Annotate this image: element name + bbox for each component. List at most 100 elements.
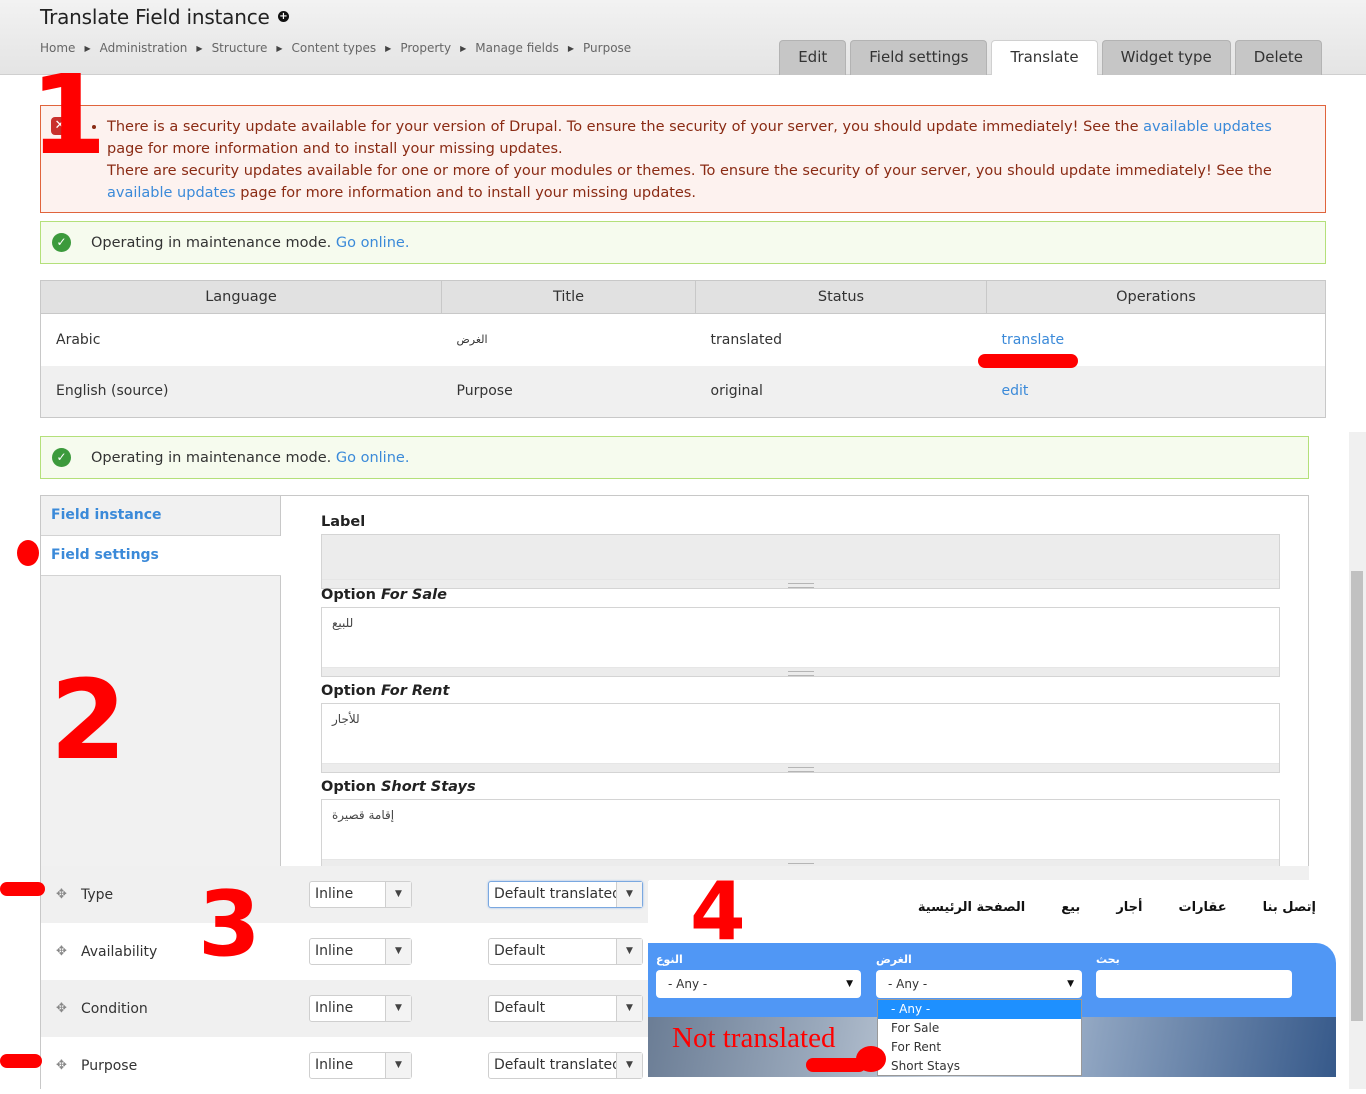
go-online-link[interactable]: Go online. [336, 235, 410, 251]
option-prefix: Option [321, 779, 381, 795]
option-for-sale-group: Option For Sale [321, 587, 1281, 677]
go-online-link[interactable]: Go online. [336, 450, 410, 466]
format-select[interactable]: Default ▼ [488, 995, 643, 1022]
label-display-select[interactable]: Inline ▼ [309, 881, 412, 908]
select-value: - Any - [888, 977, 928, 991]
page-header: Translate Field instance + Home ▶ Adminis… [0, 0, 1366, 75]
tab-field-settings[interactable]: Field settings [850, 40, 988, 75]
nav-sale[interactable]: بيع [1061, 900, 1080, 915]
breadcrumb-separator-icon: ▶ [460, 43, 467, 53]
dropdown-option[interactable]: - Any - [878, 1000, 1081, 1019]
option-for-sale-textarea[interactable] [322, 608, 1279, 663]
label-textarea[interactable] [322, 535, 1279, 575]
not-translated-note: Not translated [672, 1022, 836, 1054]
cell-title: Purpose [441, 365, 696, 418]
error-text: page for more information and to install… [235, 185, 696, 201]
page-scrollbar[interactable] [1349, 432, 1366, 1089]
breadcrumb-manage-fields[interactable]: Manage fields [475, 41, 559, 55]
annotation-dot [17, 540, 39, 566]
dropdown-option[interactable]: For Rent [878, 1038, 1081, 1057]
option-for-rent-label: Option For Rent [321, 683, 1281, 699]
label-display-select[interactable]: Inline ▼ [309, 1052, 412, 1079]
label-display-select[interactable]: Inline ▼ [309, 938, 412, 965]
breadcrumb-content-types[interactable]: Content types [292, 41, 377, 55]
tab-delete[interactable]: Delete [1234, 40, 1322, 75]
tab-edit[interactable]: Edit [779, 40, 847, 75]
purpose-dropdown-list: - Any - For Sale For Rent Short Stays [877, 999, 1082, 1076]
status-message: ✓ Operating in maintenance mode. Go onli… [40, 221, 1326, 264]
dropdown-arrow-icon: ▼ [616, 939, 642, 964]
vtab-field-instance[interactable]: Field instance [41, 496, 280, 536]
breadcrumb-structure[interactable]: Structure [212, 41, 268, 55]
column-header-status[interactable]: Status [695, 280, 987, 314]
cell-language: English (source) [40, 365, 442, 418]
breadcrumb-purpose[interactable]: Purpose [583, 41, 631, 55]
tab-widget-type[interactable]: Widget type [1101, 40, 1231, 75]
option-short-stays-label: Option Short Stays [321, 779, 1281, 795]
drag-handle-icon[interactable]: ✥ [56, 1001, 68, 1016]
resize-grippie[interactable] [322, 667, 1279, 676]
dropdown-arrow-icon: ▼ [616, 996, 642, 1021]
format-select[interactable]: Default ▼ [488, 938, 643, 965]
error-message-line: There are security updates available for… [41, 160, 1325, 204]
scrollbar-thumb[interactable] [1351, 571, 1363, 1021]
table-row: English (source) Purpose original edit [40, 365, 1326, 418]
column-header-title[interactable]: Title [441, 280, 696, 314]
nav-home[interactable]: الصفحة الرئيسية [918, 900, 1025, 915]
display-row-availability: ✥ Availability Inline ▼ Default ▼ [41, 923, 649, 980]
cell-language: Arabic [56, 331, 101, 348]
breadcrumb-home[interactable]: Home [40, 41, 75, 55]
available-updates-link[interactable]: available updates [1143, 119, 1272, 135]
display-row-type: ✥ Type Inline ▼ Default translated ▼ [41, 866, 649, 923]
page-title: Translate Field instance [40, 5, 270, 29]
annotation-underline [978, 354, 1078, 368]
format-select[interactable]: Default translated ▼ [488, 1052, 643, 1079]
breadcrumb-property[interactable]: Property [400, 41, 451, 55]
error-message: ✕ There is a security update available f… [40, 105, 1326, 213]
status-text: Operating in maintenance mode. [91, 234, 332, 251]
select-value: Default translated [494, 1057, 622, 1073]
dropdown-arrow-icon: ▼ [616, 1053, 642, 1078]
field-name: Type [81, 886, 114, 903]
vtab-field-settings[interactable]: Field settings [41, 536, 281, 576]
error-message-line: There is a security update available for… [107, 116, 1305, 160]
breadcrumb-separator-icon: ▶ [385, 43, 392, 53]
error-text: page for more information and to install… [107, 141, 563, 157]
drag-handle-icon[interactable]: ✥ [56, 887, 68, 902]
breadcrumb-separator-icon: ▶ [567, 43, 575, 53]
label-display-select[interactable]: Inline ▼ [309, 995, 412, 1022]
add-shortcut-icon[interactable]: + [278, 11, 289, 22]
nav-contact[interactable]: إتصل بنا [1263, 900, 1316, 915]
format-select[interactable]: Default translated ▼ [488, 881, 643, 908]
breadcrumb-administration[interactable]: Administration [100, 41, 188, 55]
select-value: Inline [315, 1000, 354, 1016]
drag-handle-icon[interactable]: ✥ [56, 1058, 68, 1073]
available-updates-link[interactable]: available updates [107, 185, 236, 201]
translate-link[interactable]: translate [1002, 332, 1065, 348]
dropdown-arrow-icon: ▼ [1067, 979, 1074, 989]
label-textarea-wrapper [321, 534, 1280, 589]
option-name: Short Stays [380, 779, 476, 795]
drag-handle-icon[interactable]: ✥ [56, 944, 68, 959]
dropdown-option[interactable]: Short Stays [878, 1057, 1081, 1076]
option-for-sale-label: Option For Sale [321, 587, 1281, 603]
option-for-rent-textarea[interactable] [322, 704, 1279, 759]
keyword-search-input[interactable] [1096, 970, 1292, 998]
dropdown-arrow-icon: ▼ [385, 1053, 411, 1078]
breadcrumb-separator-icon: ▶ [84, 43, 91, 53]
column-header-language[interactable]: Language [40, 280, 442, 314]
tab-translate[interactable]: Translate [991, 40, 1098, 75]
nav-properties[interactable]: عقارات [1179, 900, 1227, 915]
nav-rent[interactable]: أجار [1116, 900, 1142, 915]
type-filter-select[interactable]: - Any - ▼ [656, 970, 861, 998]
site-nav: الصفحة الرئيسية بيع أجار عقارات إتصل بنا [918, 900, 1316, 915]
label-field-group: Label [321, 514, 1281, 589]
purpose-filter-select[interactable]: - Any - ▼ [876, 970, 1082, 998]
option-name: For Rent [380, 683, 450, 699]
select-value: Inline [315, 943, 354, 959]
primary-tabs: Edit Field settings Translate Widget typ… [779, 40, 1322, 75]
dropdown-option[interactable]: For Sale [878, 1019, 1081, 1038]
resize-grippie[interactable] [322, 763, 1279, 772]
option-short-stays-textarea[interactable] [322, 800, 1279, 855]
edit-link[interactable]: edit [1002, 383, 1029, 399]
